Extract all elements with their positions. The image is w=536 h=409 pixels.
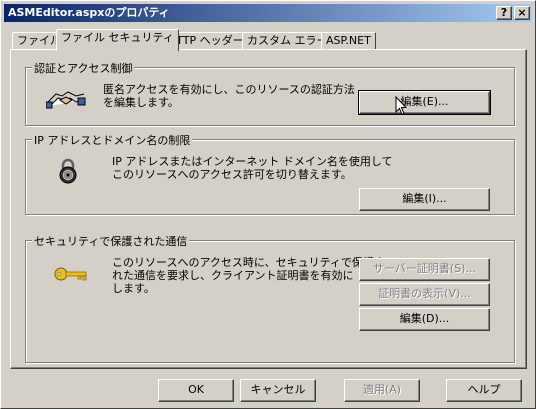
secure-communication-group: セキュリティで保護された通信 このリソースへのアクセス時に、セキュリティで保護さ… — [25, 233, 515, 363]
auth-description-line2: を編集します。 — [103, 96, 179, 109]
auth-access-group: 認証とアクセス制御 匿名アクセスを有効にし、このリソースの認証方法 を編集します… — [25, 60, 515, 126]
ok-button[interactable]: OK — [158, 379, 234, 402]
ip-description-line1: IP アドレスまたはインターネット ドメイン名を使用して — [112, 155, 393, 168]
secure-description-line2: れた通信を要求し、クライアント証明書を有効に — [112, 269, 354, 282]
ip-edit-button[interactable]: 編集(I)... — [359, 188, 490, 211]
auth-edit-button[interactable]: 編集(E)... — [358, 90, 491, 115]
mouse-cursor-icon — [395, 96, 407, 116]
secure-group-title: セキュリティで保護された通信 — [32, 233, 190, 249]
title-bar[interactable]: ASMEditor.aspxのプロパティ ? × — [4, 4, 532, 22]
tab-aspnet[interactable]: ASP.NET — [321, 32, 376, 50]
close-title-button[interactable]: × — [514, 6, 530, 20]
server-certificate-button[interactable]: サーバー証明書(S)... — [359, 258, 490, 281]
handshake-icon — [46, 91, 86, 109]
help-button[interactable]: ヘルプ — [446, 379, 522, 402]
tab-panel: 認証とアクセス制御 匿名アクセスを有効にし、このリソースの認証方法 を編集します… — [10, 49, 527, 369]
window-title: ASMEditor.aspxのプロパティ — [8, 6, 170, 19]
tab-file-security[interactable]: ファイル セキュリティ — [56, 29, 179, 51]
cancel-button[interactable]: キャンセル — [240, 379, 316, 402]
tab-custom-errors[interactable]: カスタム エラー — [242, 32, 333, 50]
auth-group-title: 認証とアクセス制御 — [32, 60, 135, 76]
secure-description-line1: このリソースへのアクセス時に、セキュリティで保護さ — [112, 256, 385, 269]
auth-description-line1: 匿名アクセスを有効にし、このリソースの認証方法 — [103, 83, 355, 96]
view-certificate-button[interactable]: 証明書の表示(V)... — [359, 283, 490, 306]
ip-description-line2: このリソースへのアクセス許可を切り替えます。 — [112, 168, 352, 181]
padlock-icon — [59, 158, 77, 184]
secure-edit-button[interactable]: 編集(D)... — [359, 308, 490, 331]
properties-dialog: ASMEditor.aspxのプロパティ ? × ファイル ファイル セキュリテ… — [0, 0, 536, 409]
secure-description-line3: します。 — [112, 282, 155, 295]
ip-domain-group: IP アドレスとドメイン名の制限 IP アドレスまたはインターネット ドメイン名… — [25, 132, 515, 215]
ip-group-title: IP アドレスとドメイン名の制限 — [32, 132, 193, 148]
apply-button[interactable]: 適用(A) — [344, 379, 420, 402]
help-title-button[interactable]: ? — [496, 6, 512, 20]
key-icon — [54, 267, 87, 281]
